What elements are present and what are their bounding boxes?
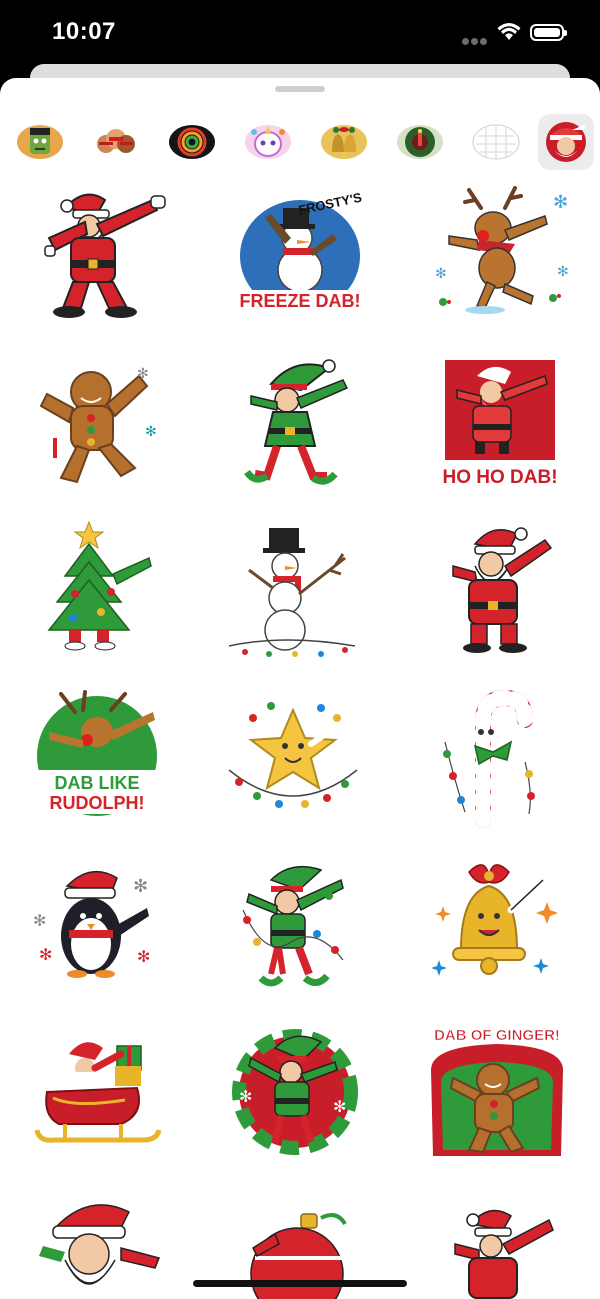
- home-indicator[interactable]: [193, 1280, 407, 1287]
- svg-text:✻: ✻: [553, 192, 568, 213]
- svg-text:✻: ✻: [133, 876, 148, 897]
- battery-icon: [530, 24, 567, 41]
- dabbing-elf-wreath-icon: ✻ ✻: [232, 1029, 358, 1155]
- christmas-dab-pack-icon: [546, 122, 586, 162]
- dabbing-elf-wreath-sticker[interactable]: ✻ ✻: [225, 1018, 375, 1168]
- frosty-freeze-dab-icon: FROSTY'S FREEZE DAB!: [231, 189, 369, 316]
- tab-frankenstein-pack[interactable]: [12, 114, 68, 170]
- dabbing-elf-lights-icon: [242, 865, 344, 987]
- dab-of-ginger-caption: DAB OF GINGER!: [434, 1027, 560, 1044]
- dabbing-santa-icon-2: [452, 527, 553, 653]
- tab-sketch-pack[interactable]: [468, 114, 524, 170]
- sketch-pack-icon: [472, 124, 520, 160]
- dabbing-snowman-icon: [228, 528, 356, 657]
- dab-of-ginger-sticker[interactable]: DAB OF GINGER!: [425, 1018, 575, 1168]
- tab-faces-pack[interactable]: [88, 114, 144, 170]
- dabbing-santa-sleigh-icon: [34, 1042, 162, 1143]
- wifi-icon: [497, 22, 521, 47]
- tab-bells-pack[interactable]: [316, 114, 372, 170]
- dabbing-candy-cane-icon: [443, 689, 546, 828]
- dabbing-star-icon: [228, 702, 358, 808]
- frosty-freeze-dab-sticker[interactable]: FROSTY'S FREEZE DAB!: [225, 178, 375, 328]
- svg-text:✻: ✻: [239, 1087, 252, 1106]
- ho-ho-dab-santa-icon: HO HO DAB!: [435, 356, 565, 488]
- dabbing-elf-lights-sticker[interactable]: [225, 850, 375, 1000]
- dab-like-caption: DAB LIKE: [55, 773, 140, 793]
- dabbing-santa-icon: [44, 193, 166, 318]
- tab-wreath-pack[interactable]: [392, 114, 448, 170]
- ho-ho-dab-caption: HO HO DAB!: [442, 467, 557, 488]
- sticker-browser-sheet: FROSTY'S FREEZE DAB! ✻ ✻ ✻ ✻ ✻ HO HO DAB…: [0, 78, 600, 1299]
- dabbing-bell-icon: [431, 864, 558, 976]
- dabbing-reindeer-icon: ✻ ✻ ✻: [435, 186, 569, 314]
- wreath-pack-icon: [397, 125, 443, 159]
- dab-like-rudolph-icon: DAB LIKE RUDOLPH!: [29, 690, 165, 820]
- dabbing-santa-sticker-3[interactable]: [425, 1188, 575, 1299]
- svg-text:✻: ✻: [435, 266, 447, 282]
- dabbing-penguin-icon: ✻ ✻ ✻ ✻: [33, 870, 150, 978]
- status-time: 10:07: [52, 18, 116, 45]
- dabbing-christmas-tree-sticker[interactable]: [25, 514, 175, 664]
- tab-rings-pack[interactable]: [164, 114, 220, 170]
- dabbing-elf-icon: [244, 359, 349, 485]
- santa-laughing-icon: [39, 1204, 161, 1285]
- cellular-signal-icon: [462, 32, 492, 45]
- dab-of-ginger-icon: DAB OF GINGER!: [431, 1027, 563, 1156]
- svg-text:✻: ✻: [137, 947, 150, 966]
- dabbing-gingerbread-icon: ✻ ✻: [39, 366, 157, 484]
- dabbing-santa-sleigh-sticker[interactable]: [25, 1018, 175, 1168]
- svg-text:✻: ✻: [145, 424, 157, 440]
- rudolph-caption: RUDOLPH!: [50, 793, 145, 813]
- dabbing-snowman-sticker[interactable]: [225, 514, 375, 664]
- dabbing-santa-sticker[interactable]: [25, 178, 175, 328]
- tab-unicorn-pack[interactable]: [240, 114, 296, 170]
- dabbing-gingerbread-sticker[interactable]: ✻ ✻: [25, 346, 175, 496]
- faces-pack-icon: [97, 129, 135, 153]
- santa-laughing-sticker[interactable]: [25, 1188, 175, 1299]
- status-bar: 10:07: [0, 0, 600, 64]
- svg-text:✻: ✻: [333, 1097, 346, 1116]
- svg-text:✻: ✻: [33, 911, 46, 930]
- dabbing-elf-sticker[interactable]: [225, 346, 375, 496]
- freeze-dab-caption: FREEZE DAB!: [240, 291, 361, 311]
- dabbing-christmas-tree-icon: [47, 520, 152, 651]
- unicorn-pack-icon: [245, 125, 291, 159]
- rings-pack-icon: [169, 125, 215, 159]
- frankenstein-pack-icon: [17, 125, 63, 159]
- svg-text:✻: ✻: [557, 264, 569, 280]
- sticker-pack-tab-bar: [0, 110, 600, 170]
- dabbing-bell-sticker[interactable]: [425, 850, 575, 1000]
- dabbing-santa-sticker-2[interactable]: [425, 514, 575, 664]
- dabbing-santa-icon-3: [454, 1209, 554, 1299]
- dabbing-candy-cane-sticker[interactable]: [425, 682, 575, 832]
- dabbing-penguin-sticker[interactable]: ✻ ✻ ✻ ✻: [25, 850, 175, 1000]
- svg-text:✻: ✻: [39, 945, 52, 964]
- ho-ho-dab-santa-sticker[interactable]: HO HO DAB!: [425, 346, 575, 496]
- dabbing-star-sticker[interactable]: [225, 682, 375, 832]
- svg-text:✻: ✻: [137, 366, 149, 382]
- sheet-grabber[interactable]: [275, 86, 325, 92]
- bells-pack-icon: [321, 125, 367, 159]
- tab-christmas-dab-pack[interactable]: [538, 114, 594, 170]
- dabbing-reindeer-sticker[interactable]: ✻ ✻ ✻: [425, 178, 575, 328]
- dab-like-rudolph-sticker[interactable]: DAB LIKE RUDOLPH!: [25, 682, 175, 832]
